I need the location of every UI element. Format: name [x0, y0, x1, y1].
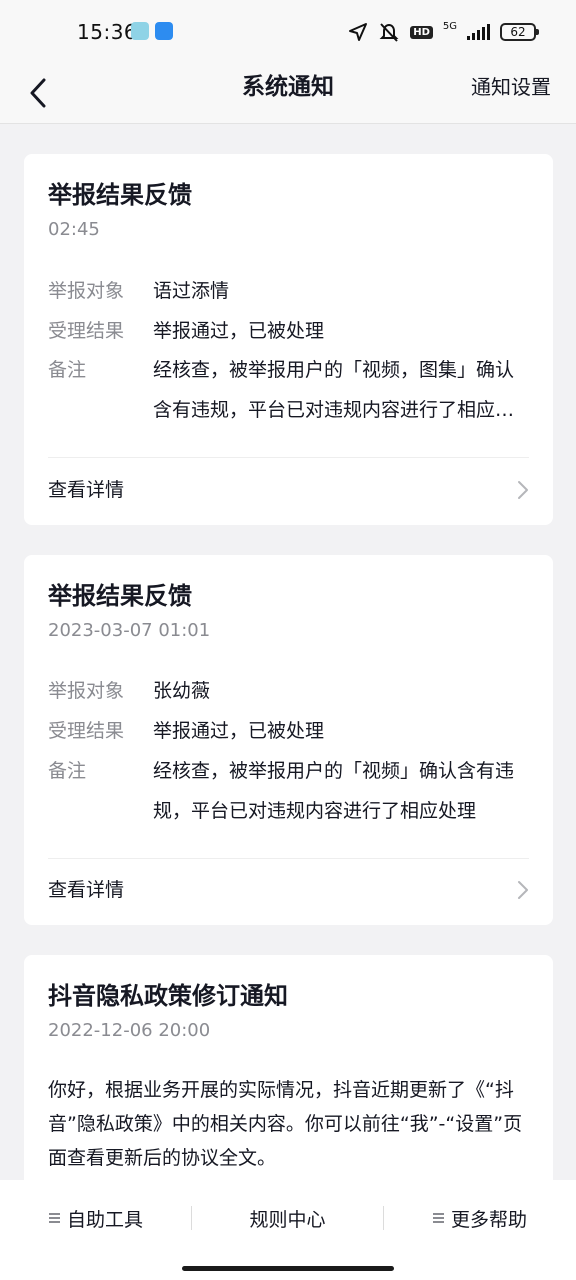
note-row: 备注 经核查，被举报用户的「视频，图集」确认含有违规，平台已对违规内容进行了相应…	[48, 350, 529, 430]
rules-center-button[interactable]: 规则中心	[192, 1203, 383, 1233]
view-details-label: 查看详情	[48, 479, 125, 501]
menu-icon	[48, 1212, 61, 1224]
bottom-bar: 自助工具 规则中心 更多帮助	[0, 1180, 576, 1280]
rules-center-label: 规则中心	[249, 1208, 326, 1231]
more-help-label: 更多帮助	[450, 1208, 527, 1231]
notification-settings-button[interactable]: 通知设置	[471, 73, 551, 101]
card-time: 02:45	[48, 219, 100, 240]
report-target-label: 举报对象	[48, 680, 125, 702]
result-value: 举报通过，已被处理	[153, 720, 325, 742]
card-time: 2023-03-07 01:01	[48, 620, 211, 641]
hd-badge: HD	[410, 25, 433, 39]
network-label: 5G	[442, 20, 457, 32]
mute-icon	[379, 23, 399, 42]
app-notification-icon	[155, 22, 173, 40]
card-time: 2022-12-06 20:00	[48, 1020, 211, 1041]
status-bar: 15:36 HD 5G 62	[0, 0, 576, 62]
location-icon	[349, 23, 368, 41]
home-indicator[interactable]	[182, 1266, 394, 1271]
chevron-right-icon	[518, 481, 528, 499]
note-row: 备注 经核查，被举报用户的「视频」确认含有违规，平台已对违规内容进行了相应处理	[48, 751, 529, 831]
nav-bar: 系统通知 通知设置	[0, 62, 576, 124]
chevron-right-icon	[518, 881, 528, 899]
note-label: 备注	[48, 760, 87, 782]
view-details-label: 查看详情	[48, 879, 125, 901]
report-target-row: 举报对象 语过添情	[48, 271, 529, 311]
view-details-button[interactable]: 查看详情	[48, 870, 529, 910]
result-label: 受理结果	[48, 720, 125, 742]
notification-card: 举报结果反馈 2023-03-07 01:01 举报对象 张幼薇 受理结果 举报…	[24, 555, 553, 925]
result-row: 受理结果 举报通过，已被处理	[48, 711, 529, 751]
view-details-button[interactable]: 查看详情	[48, 470, 529, 510]
report-target-value: 语过添情	[153, 280, 230, 302]
notification-card: 举报结果反馈 02:45 举报对象 语过添情 受理结果 举报通过，已被处理 备注…	[24, 154, 553, 525]
divider	[48, 858, 529, 859]
divider	[48, 457, 529, 458]
policy-body-text: 你好，根据业务开展的实际情况，抖音近期更新了《“抖音”隐私政策》中的相关内容。你…	[48, 1079, 523, 1169]
status-time: 15:36	[77, 20, 138, 44]
card-title: 抖音隐私政策修订通知	[48, 982, 288, 1010]
signal-icon	[467, 24, 490, 40]
report-target-label: 举报对象	[48, 280, 125, 302]
battery-icon: 62	[500, 23, 539, 41]
self-service-label: 自助工具	[66, 1208, 143, 1231]
status-indicators: HD 5G 62	[348, 18, 539, 46]
self-service-tools-button[interactable]: 自助工具	[0, 1203, 192, 1233]
result-row: 受理结果 举报通过，已被处理	[48, 311, 529, 351]
note-label: 备注	[48, 359, 87, 381]
card-title: 举报结果反馈	[48, 582, 192, 610]
result-value: 举报通过，已被处理	[153, 320, 325, 342]
report-target-row: 举报对象 张幼薇	[48, 671, 529, 711]
app-notification-icon	[131, 22, 149, 40]
report-target-value: 张幼薇	[153, 680, 211, 702]
menu-icon	[432, 1212, 445, 1224]
note-value: 经核查，被举报用户的「视频」确认含有违规，平台已对违规内容进行了相应处理	[153, 760, 515, 822]
result-label: 受理结果	[48, 320, 125, 342]
note-value: 经核查，被举报用户的「视频，图集」确认含有违规，平台已对违规内容进行了相应处理	[153, 359, 515, 421]
card-title: 举报结果反馈	[48, 181, 192, 209]
more-help-button[interactable]: 更多帮助	[384, 1203, 576, 1233]
